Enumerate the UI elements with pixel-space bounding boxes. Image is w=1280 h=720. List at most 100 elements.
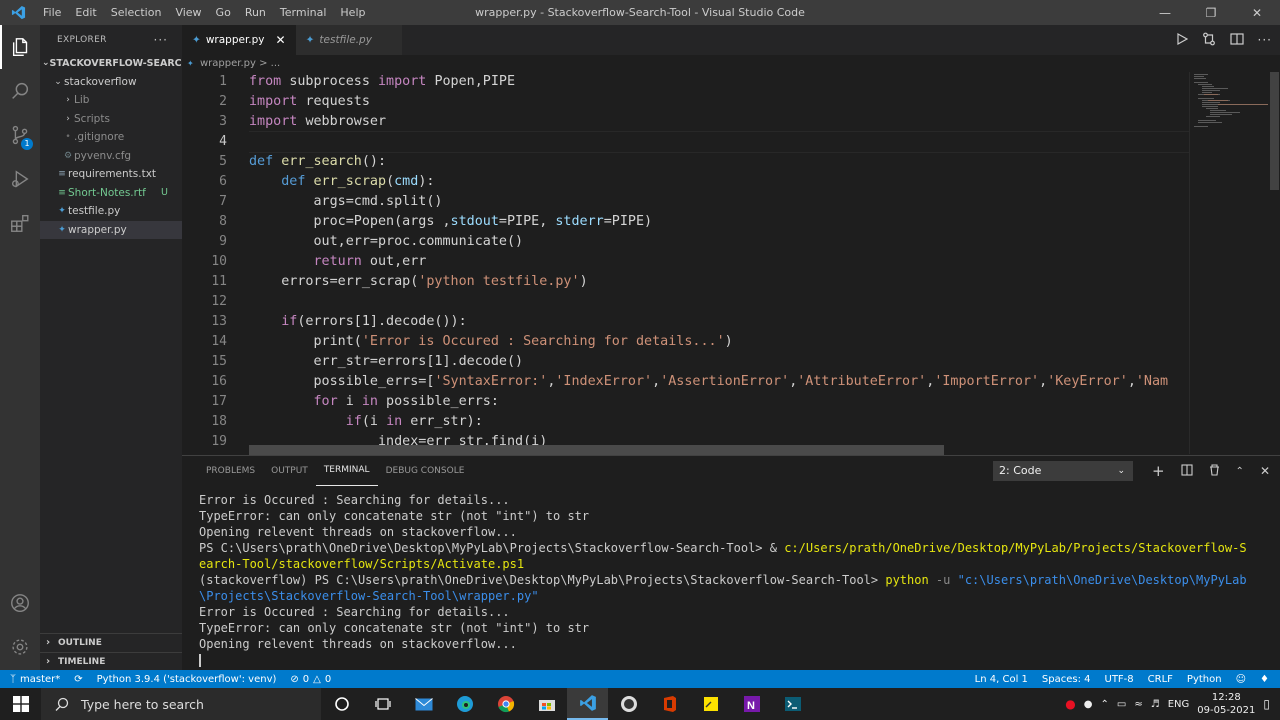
line-number: 16 xyxy=(211,374,227,389)
language-mode-item[interactable]: Python xyxy=(1180,674,1229,685)
close-panel-icon[interactable]: ✕ xyxy=(1260,464,1270,478)
menu-help[interactable]: Help xyxy=(333,0,372,25)
untracked-badge: U xyxy=(161,187,168,199)
terminal-line: Error is Occured : Searching for details… xyxy=(199,493,510,507)
tray-expand-icon[interactable]: ⌃ xyxy=(1101,699,1109,710)
editor-horizontal-scrollbar[interactable] xyxy=(249,445,944,455)
tree-item-gitignore[interactable]: • .gitignore xyxy=(40,128,182,147)
volume-icon[interactable]: ♬ xyxy=(1151,699,1160,710)
trash-icon[interactable] xyxy=(1209,463,1220,479)
run-debug-icon[interactable] xyxy=(0,157,40,201)
line-number: 14 xyxy=(211,334,227,349)
cortana-icon[interactable] xyxy=(321,688,362,720)
notifications-bell-icon[interactable]: ♦ xyxy=(1253,674,1276,685)
obs-icon[interactable] xyxy=(608,688,649,720)
menu-run[interactable]: Run xyxy=(238,0,273,25)
outline-section[interactable]: › OUTLINE xyxy=(40,633,182,651)
source-control-icon[interactable]: 1 xyxy=(0,113,40,157)
more-actions-icon[interactable]: ··· xyxy=(1258,33,1272,47)
tab-wrapper-py[interactable]: ✦ wrapper.py ✕ xyxy=(182,25,296,55)
notification-center-icon[interactable]: ▯ xyxy=(1263,697,1270,711)
menu-view[interactable]: View xyxy=(168,0,208,25)
terminal-select[interactable]: 2: Code ⌄ xyxy=(993,461,1133,481)
split-terminal-icon[interactable] xyxy=(1180,463,1193,479)
breadcrumb[interactable]: ✦ wrapper.py > ... xyxy=(182,55,1192,72)
eol-item[interactable]: CRLF xyxy=(1141,674,1180,685)
more-actions-icon[interactable]: ··· xyxy=(154,33,168,47)
terminal-output[interactable]: Error is Occured : Searching for details… xyxy=(199,492,1274,668)
wifi-icon[interactable]: ≈ xyxy=(1134,699,1142,710)
store-icon[interactable] xyxy=(526,688,567,720)
close-window-button[interactable]: ✕ xyxy=(1234,0,1280,25)
extensions-icon[interactable] xyxy=(0,201,40,245)
line-number: 15 xyxy=(211,354,227,369)
cursor-position-item[interactable]: Ln 4, Col 1 xyxy=(968,674,1035,685)
tab-output[interactable]: OUTPUT xyxy=(263,456,316,486)
editor-tabs: ✦ wrapper.py ✕ ✦ testfile.py ··· xyxy=(182,25,1280,55)
line-number: 6 xyxy=(219,174,227,189)
new-terminal-icon[interactable]: + xyxy=(1152,462,1165,480)
onenote-icon[interactable]: N xyxy=(731,688,772,720)
tree-item-wrapper[interactable]: ✦ wrapper.py xyxy=(40,220,182,239)
tab-terminal[interactable]: TERMINAL xyxy=(315,456,378,486)
tab-debug-console[interactable]: DEBUG CONSOLE xyxy=(378,456,473,486)
tree-item-stackoverflow[interactable]: ⌄ stackoverflow xyxy=(40,73,182,92)
record-icon[interactable]: ● xyxy=(1065,697,1075,711)
menu-file[interactable]: File xyxy=(36,0,68,25)
activity-bar: 1 xyxy=(0,25,40,670)
encoding-item[interactable]: UTF-8 xyxy=(1098,674,1141,685)
indentation-item[interactable]: Spaces: 4 xyxy=(1035,674,1098,685)
git-branch-item[interactable]: ᛉ master* xyxy=(0,674,67,685)
explorer-root-folder[interactable]: ⌄ STACKOVERFLOW-SEARCH... xyxy=(40,54,182,73)
vscode-taskbar-icon[interactable] xyxy=(567,688,608,720)
code-line: from subprocess import Popen,PIPE xyxy=(249,74,516,89)
menu-edit[interactable]: Edit xyxy=(68,0,103,25)
problems-item[interactable]: ⊘ 0 △ 0 xyxy=(283,674,338,685)
mail-icon[interactable] xyxy=(403,688,444,720)
python-interpreter-item[interactable]: Python 3.9.4 ('stackoverflow': venv) xyxy=(90,674,284,685)
tree-item-lib[interactable]: › Lib xyxy=(40,91,182,110)
sticky-notes-icon[interactable] xyxy=(690,688,731,720)
tree-item-pyvenv[interactable]: ⚙ pyvenv.cfg xyxy=(40,147,182,166)
battery-icon[interactable]: ▭ xyxy=(1117,699,1126,710)
split-editor-icon[interactable] xyxy=(1229,32,1244,49)
editor-scroll-thumb[interactable] xyxy=(1270,72,1279,190)
minimap[interactable] xyxy=(1189,72,1269,454)
menu-go[interactable]: Go xyxy=(209,0,238,25)
tree-item-scripts[interactable]: › Scripts xyxy=(40,110,182,129)
maximize-panel-icon[interactable]: ⌃ xyxy=(1236,466,1244,477)
task-view-icon[interactable] xyxy=(362,688,403,720)
search-icon[interactable] xyxy=(0,69,40,113)
chrome-icon[interactable] xyxy=(485,688,526,720)
sync-icon[interactable]: ⟳ xyxy=(67,674,89,685)
code-editor[interactable]: from subprocess import Popen,PIPE import… xyxy=(249,72,1189,454)
terminal-line: (stackoverflow) PS C:\Users\prath\OneDri… xyxy=(199,573,1247,587)
manage-gear-icon[interactable] xyxy=(0,625,40,669)
account-icon[interactable] xyxy=(0,581,40,625)
keyboard-language[interactable]: ENG xyxy=(1168,699,1190,710)
feedback-icon[interactable]: ☺ xyxy=(1229,674,1253,685)
office-icon[interactable] xyxy=(649,688,690,720)
tree-item-testfile[interactable]: ✦ testfile.py xyxy=(40,202,182,221)
tree-item-short-notes[interactable]: ≡ Short-Notes.rtf U xyxy=(40,184,182,203)
menu-terminal[interactable]: Terminal xyxy=(273,0,334,25)
tab-problems[interactable]: PROBLEMS xyxy=(198,456,263,486)
run-file-icon[interactable] xyxy=(1176,32,1188,48)
terminal-app-icon[interactable] xyxy=(772,688,813,720)
clock[interactable]: 12:28 09-05-2021 xyxy=(1197,691,1255,717)
tree-item-requirements[interactable]: ≡ requirements.txt xyxy=(40,165,182,184)
tab-testfile-py[interactable]: ✦ testfile.py xyxy=(295,25,402,55)
people-icon[interactable]: ● xyxy=(1084,699,1093,710)
taskbar-search-box[interactable]: Type here to search xyxy=(41,688,321,720)
explorer-icon[interactable] xyxy=(0,25,40,69)
line-number: 19 xyxy=(211,434,227,449)
minimize-button[interactable]: — xyxy=(1142,0,1188,25)
windows-start-icon[interactable] xyxy=(0,688,41,720)
maximize-button[interactable]: ❐ xyxy=(1188,0,1234,25)
timeline-section[interactable]: › TIMELINE xyxy=(40,652,182,670)
open-changes-icon[interactable] xyxy=(1202,32,1216,49)
menu-selection[interactable]: Selection xyxy=(104,0,169,25)
title-bar: File Edit Selection View Go Run Terminal… xyxy=(0,0,1280,25)
close-tab-icon[interactable]: ✕ xyxy=(276,33,286,47)
edge-icon[interactable] xyxy=(444,688,485,720)
